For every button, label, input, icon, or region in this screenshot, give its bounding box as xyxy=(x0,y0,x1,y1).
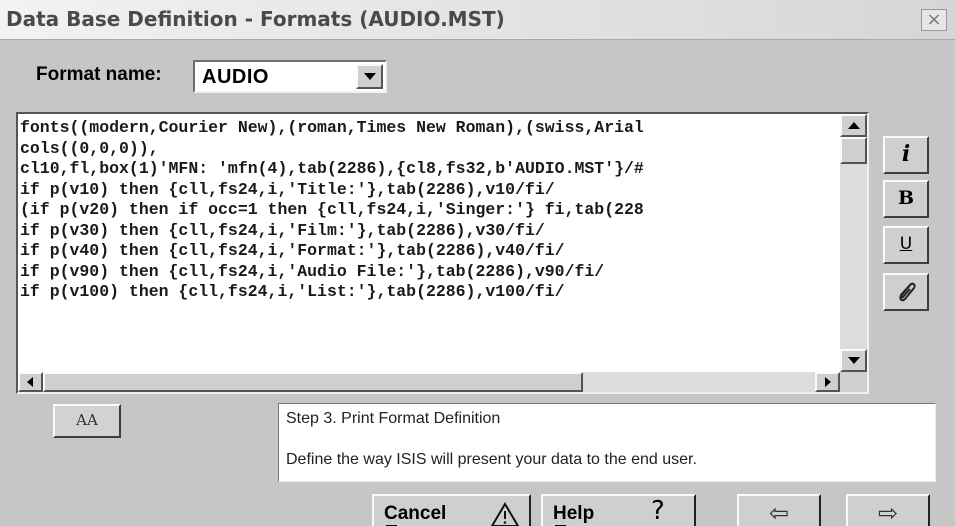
format-code[interactable]: fonts((modern,Courier New),(roman,Times … xyxy=(20,118,838,368)
arrow-down-icon xyxy=(848,357,860,364)
question-icon: ? xyxy=(651,496,665,526)
arrow-left-icon xyxy=(27,377,33,387)
code-line: if p(v30) then {cll,fs24,i,'Film:'},tab(… xyxy=(20,220,545,240)
vertical-scroll-thumb[interactable] xyxy=(840,137,867,164)
title-bar: Data Base Definition - Formats (AUDIO.MS… xyxy=(0,0,955,40)
underline-button[interactable]: U xyxy=(883,226,929,264)
font-button[interactable]: AA xyxy=(53,404,121,438)
code-line: cl10,fl,box(1)'MFN: 'mfn(4),tab(2286),{c… xyxy=(20,159,644,178)
step-description: Define the way ISIS will present your da… xyxy=(286,451,697,468)
close-icon: × xyxy=(926,9,942,30)
font-icon: AA xyxy=(76,411,98,429)
back-button[interactable]: ⇦ xyxy=(737,494,821,526)
bold-icon: B xyxy=(897,187,915,209)
arrow-right-icon xyxy=(825,377,831,387)
cancel-button[interactable]: Cancel xyxy=(372,494,531,526)
help-label: Help xyxy=(553,503,595,524)
window-title: Data Base Definition - Formats (AUDIO.MS… xyxy=(6,7,505,31)
bold-button[interactable]: B xyxy=(883,180,929,218)
arrow-up-icon xyxy=(848,122,860,129)
step-title: Step 3. Print Format Definition xyxy=(286,410,501,427)
scroll-up-button[interactable] xyxy=(840,114,867,137)
italic-icon: i xyxy=(901,141,911,167)
paperclip-icon xyxy=(899,282,916,302)
format-editor[interactable]: fonts((modern,Courier New),(roman,Times … xyxy=(16,112,869,394)
horizontal-scrollbar[interactable] xyxy=(18,372,840,392)
scroll-down-button[interactable] xyxy=(840,349,867,372)
scroll-right-button[interactable] xyxy=(815,372,840,392)
vertical-scrollbar[interactable] xyxy=(840,114,867,372)
code-line: (if p(v20) then if occ=1 then {cll,fs24,… xyxy=(20,200,644,219)
code-line: if p(v40) then {cll,fs24,i,'Format:'},ta… xyxy=(20,241,565,260)
close-button[interactable]: × xyxy=(921,9,947,31)
code-line: if p(v100) then {cll,fs24,i,'List:'},tab… xyxy=(20,282,565,301)
format-name-label: Format name: xyxy=(36,64,162,85)
code-line: fonts((modern,Courier New),(roman,Times … xyxy=(20,118,644,137)
help-button[interactable]: Help ? xyxy=(541,494,696,526)
horizontal-scroll-thumb[interactable] xyxy=(43,372,583,392)
arrow-right-icon: ⇨ xyxy=(877,499,899,526)
next-button[interactable]: ⇨ xyxy=(846,494,930,526)
italic-button[interactable]: i xyxy=(883,136,929,174)
attach-button[interactable] xyxy=(883,273,929,311)
format-name-value: AUDIO xyxy=(202,66,269,88)
scroll-left-button[interactable] xyxy=(18,372,43,392)
code-line: cols((0,0,0)), xyxy=(20,138,159,158)
format-dropdown-button[interactable] xyxy=(356,64,383,89)
cancel-label: Cancel xyxy=(384,503,447,524)
warning-icon xyxy=(490,502,520,526)
code-line: if p(v90) then {cll,fs24,i,'Audio File:'… xyxy=(20,261,605,281)
arrow-left-icon: ⇦ xyxy=(768,499,790,526)
code-line: if p(v10) then {cll,fs24,i,'Title:'},tab… xyxy=(20,179,555,199)
scrollbar-corner xyxy=(840,372,867,392)
underline-icon: U xyxy=(899,234,913,254)
format-name-select[interactable]: AUDIO xyxy=(193,60,387,93)
chevron-down-icon xyxy=(364,73,376,80)
step-info-panel: Step 3. Print Format Definition Define t… xyxy=(278,403,936,482)
